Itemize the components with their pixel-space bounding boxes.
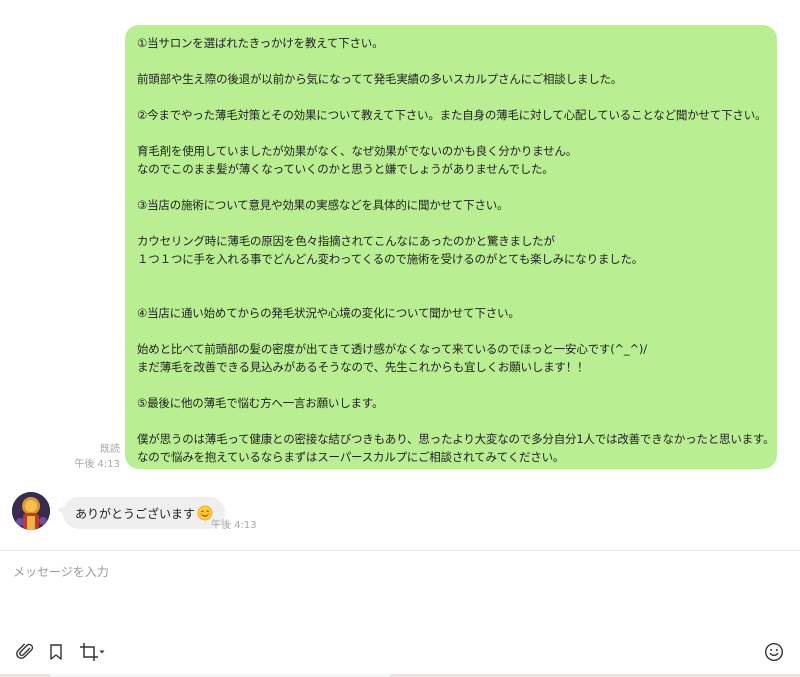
message-line (137, 52, 765, 70)
message-time: 午後 4:13 (211, 520, 257, 531)
screenshot-button[interactable] (76, 641, 108, 663)
message-line: 僕が思うのは薄毛って健康との密接な結びつきもあり、思ったより大変なので多分自分1… (137, 432, 775, 446)
crop-icon (80, 643, 98, 661)
paperclip-icon (16, 643, 34, 659)
message-line (137, 286, 765, 304)
incoming-message-text: ありがとうございます (75, 506, 196, 521)
message-line: ③当店の施術について意見や効果の実感などを具体的に聞かせて下さい。 (137, 198, 509, 212)
message-line: ②今までやった薄毛対策とその効果について教えて下さい。また自身の薄毛に対して心配… (137, 108, 767, 122)
message-time: 午後 4:13 (74, 459, 120, 470)
message-line: 前頭部や生え際の後退が以前から気になってて発毛実績の多いスカルプさんにご相談しま… (137, 72, 623, 86)
avatar-image (12, 492, 50, 530)
message-line (137, 124, 765, 142)
outgoing-message-meta: 既読 午後 4:13 (74, 442, 120, 472)
message-composer (0, 550, 800, 677)
message-input[interactable] (13, 563, 773, 633)
attach-file-button[interactable] (15, 641, 37, 663)
bookmark-icon (50, 644, 62, 660)
incoming-message-bubble[interactable]: ありがとうございます (63, 497, 226, 529)
message-line: 育毛剤を使用していましたが効果がなく、なぜ効果がでないのかも良く分かりません。 (137, 144, 578, 158)
message-line (137, 178, 765, 196)
message-line: なのでこのまま髪が薄くなっていくのかと思うと嫌でしょうがありませんでした。 (137, 162, 554, 176)
message-line: ④当店に通い始めてからの発毛状況や心境の変化について聞かせて下さい。 (137, 306, 520, 320)
chevron-down-icon (99, 650, 105, 654)
chat-area: ①当サロンを選ばれたきっかけを教えて下さい。 前頭部や生え際の後退が以前から気に… (0, 0, 800, 550)
read-receipt: 既読 (100, 444, 120, 455)
message-line (137, 88, 765, 106)
message-line (137, 412, 765, 430)
message-line (137, 322, 765, 340)
message-line: ①当サロンを選ばれたきっかけを教えて下さい。 (137, 36, 384, 50)
emoji-icon (764, 642, 784, 662)
message-line: １つ１つに手を入れる事でどんどん変わってくるので施術を受けるのがとても楽しみにな… (137, 252, 644, 266)
message-line (137, 376, 765, 394)
message-line: カウセリング時に薄毛の原因を色々指摘されてこんなにあったのかと驚きましたが (137, 234, 555, 248)
avatar[interactable] (12, 492, 50, 530)
message-line: ⑤最後に他の薄毛で悩む方へ一言お願いします。 (137, 396, 384, 410)
message-line (137, 214, 765, 232)
bookmark-button[interactable] (45, 641, 67, 663)
message-line: 始めと比べて前頭部の髪の密度が出てきて透け感がなくなって来ているのでほっと一安心… (137, 342, 647, 356)
message-line: なので悩みを抱えているならまずはスーパースカルプにご相談されてみてください。 (137, 450, 565, 464)
emoji-button[interactable] (763, 641, 785, 663)
outgoing-message-bubble[interactable]: ①当サロンを選ばれたきっかけを教えて下さい。 前頭部や生え際の後退が以前から気に… (125, 25, 777, 469)
message-line: まだ薄毛を改善できる見込みがあるそうなので、先生これからも宜しくお願いします！！ (137, 360, 589, 374)
message-line (137, 268, 765, 286)
